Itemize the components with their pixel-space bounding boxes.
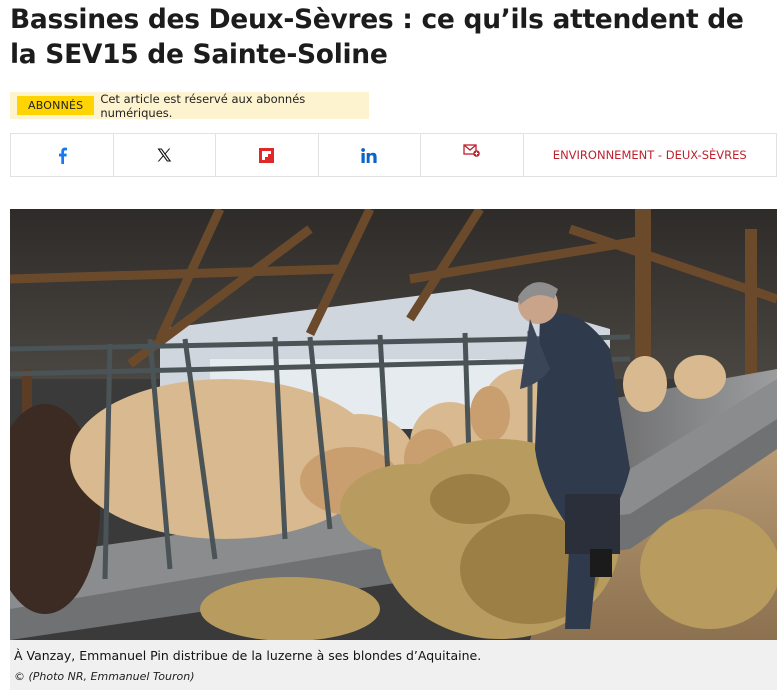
share-x-button[interactable]: [114, 134, 216, 176]
linkedin-icon: [361, 147, 377, 163]
category-tag-link[interactable]: ENVIRONNEMENT - DEUX-SÈVRES: [524, 134, 777, 176]
share-flipboard-button[interactable]: [216, 134, 319, 176]
photo-credit: © (Photo NR, Emmanuel Touron): [14, 670, 195, 683]
share-mail-button[interactable]: [421, 134, 524, 176]
photo-caption: À Vanzay, Emmanuel Pin distribue de la l…: [14, 648, 482, 663]
subscriber-note: Cet article est réservé aux abonnés numé…: [100, 91, 306, 120]
subscriber-badge: ABONNÉS: [17, 96, 95, 115]
share-linkedin-button[interactable]: [319, 134, 421, 176]
barn-cattle-photo: [10, 209, 777, 640]
share-bar: ENVIRONNEMENT - DEUX-SÈVRES: [10, 133, 777, 177]
premium-banner: ABONNÉS Cet article est réservé aux abon…: [10, 91, 369, 120]
facebook-icon: [58, 147, 67, 164]
photo-caption-box: À Vanzay, Emmanuel Pin distribue de la l…: [10, 640, 777, 690]
flipboard-icon: [259, 147, 275, 163]
x-icon: [157, 148, 171, 162]
article-title: Bassines des Deux-Sèvres : ce qu’ils att…: [10, 4, 744, 70]
article-photo: [10, 209, 777, 640]
share-facebook-button[interactable]: [11, 134, 114, 176]
mail-icon: [463, 144, 480, 157]
